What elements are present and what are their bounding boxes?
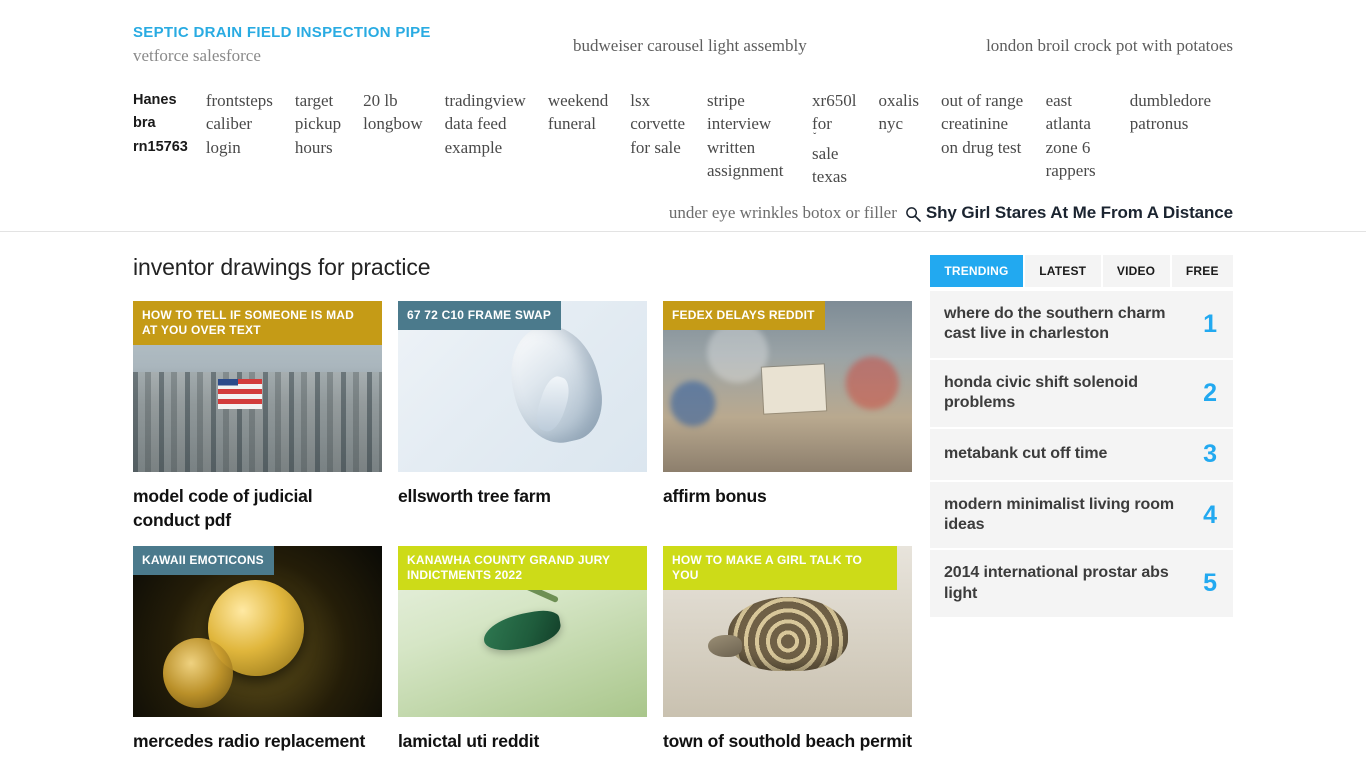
card-title[interactable]: model code of judicial conduct pdf	[133, 484, 382, 532]
search-icon[interactable]	[905, 206, 921, 222]
nav-item-6[interactable]: lsx corvette for sale	[630, 89, 707, 159]
trending-item-rank: 2	[1203, 378, 1217, 407]
nav-item-5[interactable]: weekend funeral	[548, 89, 630, 136]
card-badge: KAWAII EMOTICONS	[133, 545, 274, 575]
page-title: inventor drawings for practice	[133, 253, 431, 280]
brand-subtitle: vetforce salesforce	[133, 45, 261, 65]
top-link-1[interactable]: budweiser carousel light assembly	[573, 36, 807, 56]
card-thumbnail[interactable]: 67 72 C10 FRAME SWAP	[398, 300, 647, 472]
card-title[interactable]: town of southold beach permit	[663, 729, 912, 753]
card-thumbnail[interactable]: HOW TO TELL IF SOMEONE IS MAD AT YOU OVE…	[133, 300, 382, 472]
trending-list: where do the southern charm cast live in…	[930, 290, 1233, 620]
card-title[interactable]: lamictal uti reddit	[398, 729, 647, 753]
card-badge: KANAWHA COUNTY GRAND JURY INDICTMENTS 20…	[398, 545, 647, 590]
trending-item-rank: 3	[1203, 439, 1217, 468]
article-card[interactable]: HOW TO TELL IF SOMEONE IS MAD AT YOU OVE…	[133, 300, 382, 532]
tab-video[interactable]: VIDEO	[1102, 254, 1170, 287]
nav-item-label: xr650l for	[812, 90, 857, 134]
card-title[interactable]: ellsworth tree farm	[398, 484, 647, 508]
trending-item[interactable]: where do the southern charm cast live in…	[930, 290, 1233, 360]
trending-item-label: where do the southern charm cast live in…	[944, 304, 1166, 343]
nav-item-7[interactable]: stripe interview written assignment	[707, 89, 812, 183]
card-badge: FEDEX DELAYS REDDIT	[663, 300, 825, 330]
tab-trending[interactable]: TRENDING	[930, 254, 1023, 287]
main-nav: Hanes bra rn15763 frontsteps caliber logi…	[0, 67, 1366, 189]
tab-free[interactable]: FREE	[1171, 254, 1233, 287]
search-term[interactable]: Shy Girl Stares At Me From A Distance	[926, 203, 1233, 223]
card-grid: HOW TO TELL IF SOMEONE IS MAD AT YOU OVE…	[133, 300, 913, 767]
trending-item-rank: 1	[1203, 309, 1217, 338]
trending-item-label: honda civic shift solenoid problems	[944, 373, 1138, 412]
article-card[interactable]: HOW TO MAKE A GIRL TALK TO YOU town of so…	[663, 545, 912, 753]
nav-item-2[interactable]: target pickup hours	[295, 89, 363, 159]
site-header: SEPTIC DRAIN FIELD INSPECTION PIPE vetfo…	[0, 0, 1366, 232]
trending-item[interactable]: metabank cut off time 3	[930, 428, 1233, 482]
trending-item-rank: 5	[1203, 569, 1217, 598]
sidebar-tabs: TRENDING LATEST VIDEO FREE	[930, 254, 1233, 287]
nav-item-4[interactable]: tradingview data feed example	[445, 89, 548, 159]
top-link-2[interactable]: london broil crock pot with potatoes	[986, 36, 1233, 56]
nav-item-1[interactable]: frontsteps caliber login	[206, 89, 295, 159]
card-thumbnail[interactable]: KANAWHA COUNTY GRAND JURY INDICTMENTS 20…	[398, 545, 647, 717]
nav-item-label-tail: sale texas	[812, 143, 847, 187]
article-card[interactable]: FEDEX DELAYS REDDIT affirm bonus	[663, 300, 912, 532]
nav-item-8[interactable]: xr650l for ˇ sale texas	[812, 89, 878, 189]
card-thumbnail[interactable]: FEDEX DELAYS REDDIT	[663, 300, 912, 472]
tab-latest[interactable]: LATEST	[1024, 254, 1101, 287]
main-column: inventor drawings for practice HOW TO TE…	[133, 232, 913, 767]
card-thumbnail[interactable]: HOW TO MAKE A GIRL TALK TO YOU	[663, 545, 912, 717]
nav-item-3[interactable]: 20 lb longbow	[363, 89, 445, 136]
trending-item-label: modern minimalist living room ideas	[944, 495, 1175, 533]
nav-item-10[interactable]: out of range creatinine on drug test	[941, 89, 1046, 159]
trending-item-label: metabank cut off time	[944, 444, 1108, 462]
card-title[interactable]: mercedes radio replacement	[133, 729, 382, 753]
card-thumbnail[interactable]: KAWAII EMOTICONS	[133, 545, 382, 717]
article-card[interactable]: KANAWHA COUNTY GRAND JURY INDICTMENTS 20…	[398, 545, 647, 753]
nav-item-0[interactable]: Hanes bra rn15763	[133, 89, 206, 159]
top-bar: SEPTIC DRAIN FIELD INSPECTION PIPE vetfo…	[0, 0, 1366, 67]
card-badge: HOW TO TELL IF SOMEONE IS MAD AT YOU OVE…	[133, 300, 382, 345]
sidebar: TRENDING LATEST VIDEO FREE where do the sou…	[930, 232, 1233, 620]
brand[interactable]: SEPTIC DRAIN FIELD INSPECTION PIPE vetfo…	[133, 24, 553, 67]
trending-item[interactable]: honda civic shift solenoid problems 2	[930, 359, 1233, 429]
nav-item-9[interactable]: oxalis nyc	[878, 89, 941, 136]
trending-item-rank: 4	[1203, 500, 1217, 529]
card-title[interactable]: affirm bonus	[663, 484, 912, 508]
card-badge: HOW TO MAKE A GIRL TALK TO YOU	[663, 545, 898, 590]
nav-item-12[interactable]: dumbledore patronus	[1130, 89, 1233, 136]
top-links: budweiser carousel light assembly london…	[553, 24, 1233, 56]
chevron-down-icon[interactable]: ˇ	[813, 132, 856, 142]
brand-title: SEPTIC DRAIN FIELD INSPECTION PIPE	[133, 24, 431, 41]
trending-item-label: 2014 international prostar abs light	[944, 564, 1169, 602]
card-badge: 67 72 C10 FRAME SWAP	[398, 300, 562, 330]
search-hint: under eye wrinkles botox or filler	[668, 202, 897, 222]
trending-item[interactable]: modern minimalist living room ideas 4	[930, 481, 1233, 551]
page-body: inventor drawings for practice HOW TO TE…	[0, 232, 1366, 767]
article-card[interactable]: KAWAII EMOTICONS mercedes radio replaceme…	[133, 545, 382, 753]
trending-item[interactable]: 2014 international prostar abs light 5	[930, 550, 1233, 620]
article-card[interactable]: 67 72 C10 FRAME SWAP ellsworth tree farm	[398, 300, 647, 532]
search-row: under eye wrinkles botox or filler Shy G…	[0, 189, 1366, 223]
nav-item-11[interactable]: east atlanta zone 6 rappers	[1046, 89, 1130, 183]
